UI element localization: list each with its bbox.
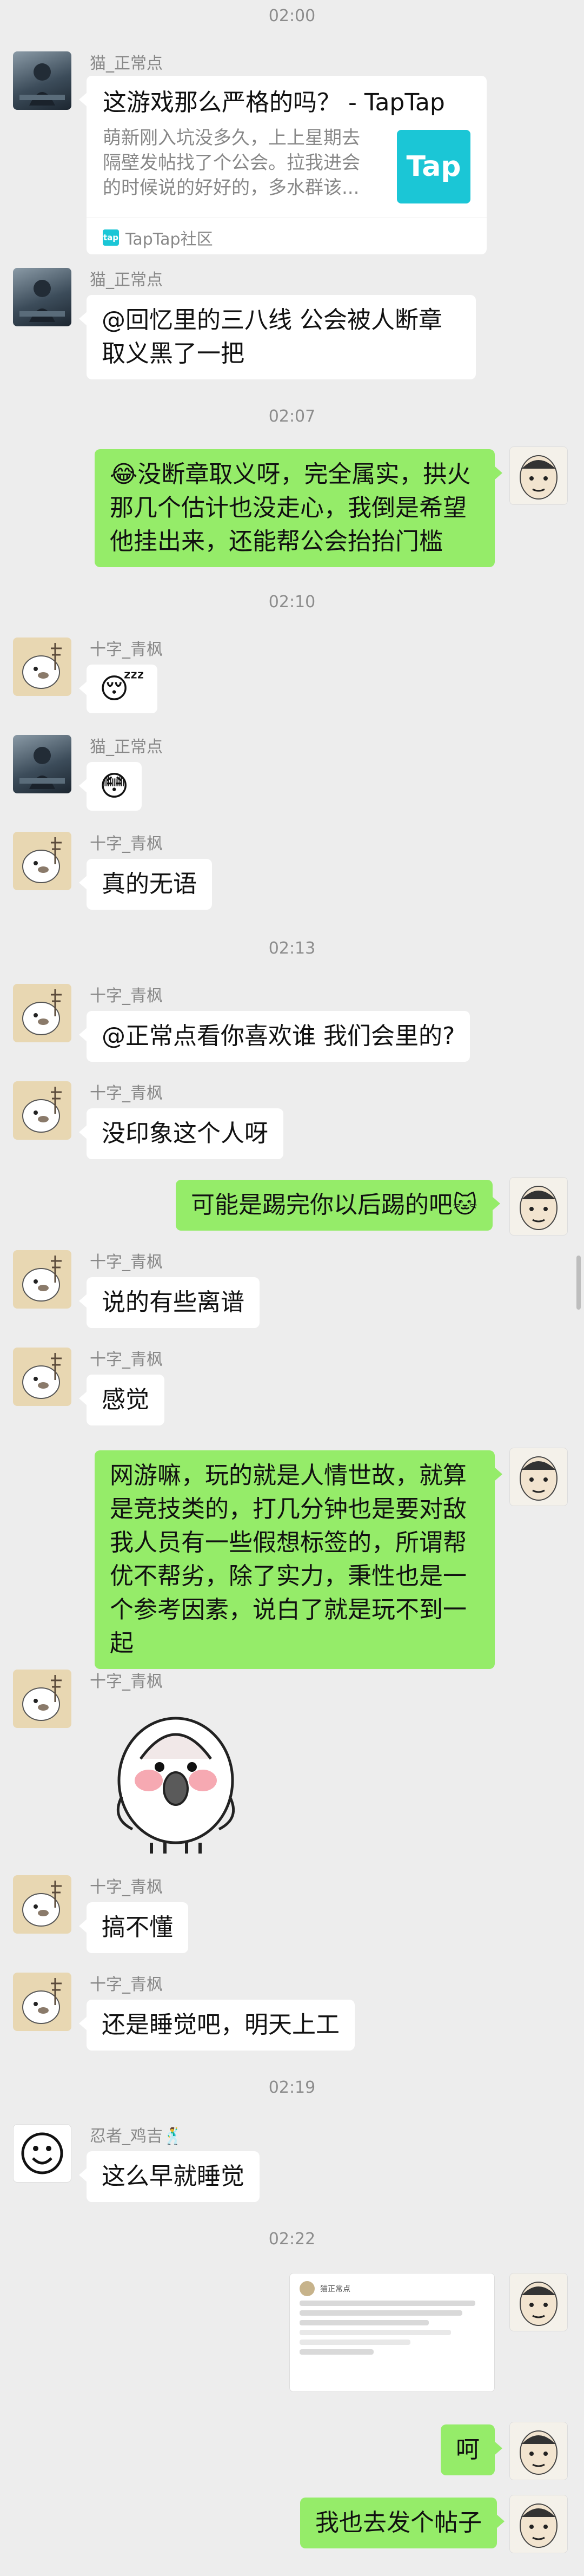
- image-message[interactable]: 猫正常点: [289, 2273, 495, 2392]
- link-card-source: tap TapTap社区: [87, 218, 487, 257]
- avatar[interactable]: [13, 984, 71, 1042]
- image-avatar-icon: [300, 2281, 315, 2296]
- avatar[interactable]: [13, 1875, 71, 1934]
- message-bubble[interactable]: 😴: [78, 665, 158, 713]
- avatar[interactable]: [13, 1670, 71, 1728]
- link-card[interactable]: 这游戏那么严格的吗？ - TapTap 萌新刚入坑没多久，上上星期去隔壁发帖找了…: [79, 76, 487, 257]
- message-bubble[interactable]: 说的有些离谱: [79, 1277, 260, 1328]
- message-bubble[interactable]: 这么早就睡觉: [79, 2151, 260, 2202]
- timestamp: 02:22: [268, 2230, 316, 2249]
- message-bubble[interactable]: 真的无语: [79, 859, 212, 910]
- timestamp: 02:07: [268, 407, 316, 426]
- avatar[interactable]: [13, 1348, 71, 1406]
- sender-name: 十字_青枫: [90, 987, 163, 1006]
- avatar[interactable]: [13, 1081, 71, 1140]
- message-bubble[interactable]: 😳: [78, 762, 142, 811]
- message-bubble[interactable]: 没印象这个人呀: [79, 1108, 283, 1159]
- sender-name: 猫_正常点: [90, 271, 163, 290]
- sender-name: 十字_青枫: [90, 640, 163, 659]
- message-bubble[interactable]: 可能是踢完你以后踢的吧🐱: [176, 1180, 500, 1231]
- link-card-description: 萌新刚入坑没多久，上上星期去隔壁发帖找了个公会。拉我进会的时候说的好好的，多水群…: [103, 127, 360, 199]
- scrollbar-thumb[interactable]: [576, 1256, 581, 1310]
- sender-name: 十字_青枫: [90, 1878, 163, 1897]
- avatar[interactable]: [13, 735, 71, 793]
- avatar[interactable]: [13, 51, 71, 110]
- taptap-mini-icon: tap: [103, 229, 119, 246]
- message-bubble[interactable]: 感觉: [79, 1375, 164, 1425]
- taptap-logo-icon: Tap: [397, 130, 470, 203]
- avatar[interactable]: [13, 268, 71, 326]
- message-bubble[interactable]: 我也去发个帖子: [300, 2498, 505, 2548]
- sender-name: 猫_正常点: [90, 738, 163, 757]
- message-bubble[interactable]: 搞不懂: [79, 1902, 188, 1953]
- image-message-header: 猫正常点: [300, 2281, 485, 2296]
- timestamp: 02:13: [268, 939, 316, 958]
- message-bubble[interactable]: @正常点看你喜欢谁 我们会里的?: [78, 1011, 470, 1062]
- sender-name: 忍者_鸡吉🕺: [90, 2127, 183, 2146]
- avatar[interactable]: [13, 1973, 71, 2031]
- sender-name: 十字_青枫: [90, 1672, 163, 1691]
- message-bubble[interactable]: 网游嘛，玩的就是人情世故，就算是竞技类的，打几分钟也是要对敌我人员有一些假想标签…: [95, 1450, 502, 1669]
- sender-name: 十字_青枫: [90, 1084, 163, 1103]
- avatar[interactable]: [509, 2422, 568, 2480]
- sender-name: 十字_青枫: [90, 1253, 163, 1272]
- avatar[interactable]: [13, 2124, 71, 2183]
- avatar[interactable]: [509, 1177, 568, 1236]
- avatar[interactable]: [509, 2273, 568, 2331]
- timestamp: 02:10: [268, 593, 316, 612]
- avatar[interactable]: [509, 446, 568, 505]
- avatar[interactable]: [509, 2495, 568, 2553]
- timestamp: 02:00: [268, 6, 316, 25]
- message-bubble[interactable]: 还是睡觉吧，明天上工: [79, 2000, 355, 2051]
- image-message-header-text: 猫正常点: [320, 2285, 350, 2294]
- avatar[interactable]: [13, 832, 71, 890]
- sender-name: 十字_青枫: [90, 834, 163, 853]
- message-bubble[interactable]: @回忆里的三八线 公会被人断章取义黑了一把: [79, 295, 476, 379]
- message-bubble[interactable]: 😂没断章取义呀，完全属实，拱火那几个估计也没走心，我倒是希望他挂出来，还能帮公会…: [95, 449, 502, 567]
- avatar[interactable]: [509, 1448, 568, 1506]
- message-bubble[interactable]: 呵: [441, 2424, 502, 2475]
- link-card-source-label: TapTap社区: [125, 230, 213, 249]
- avatar[interactable]: [13, 1250, 71, 1309]
- sender-name: 猫_正常点: [90, 54, 163, 73]
- sender-name: 十字_青枫: [90, 1975, 163, 1994]
- link-card-title: 这游戏那么严格的吗？ - TapTap: [103, 89, 445, 116]
- sticker-parrot[interactable]: [100, 1699, 251, 1856]
- avatar[interactable]: [13, 638, 71, 696]
- timestamp: 02:19: [268, 2078, 316, 2097]
- sender-name: 十字_青枫: [90, 1350, 163, 1369]
